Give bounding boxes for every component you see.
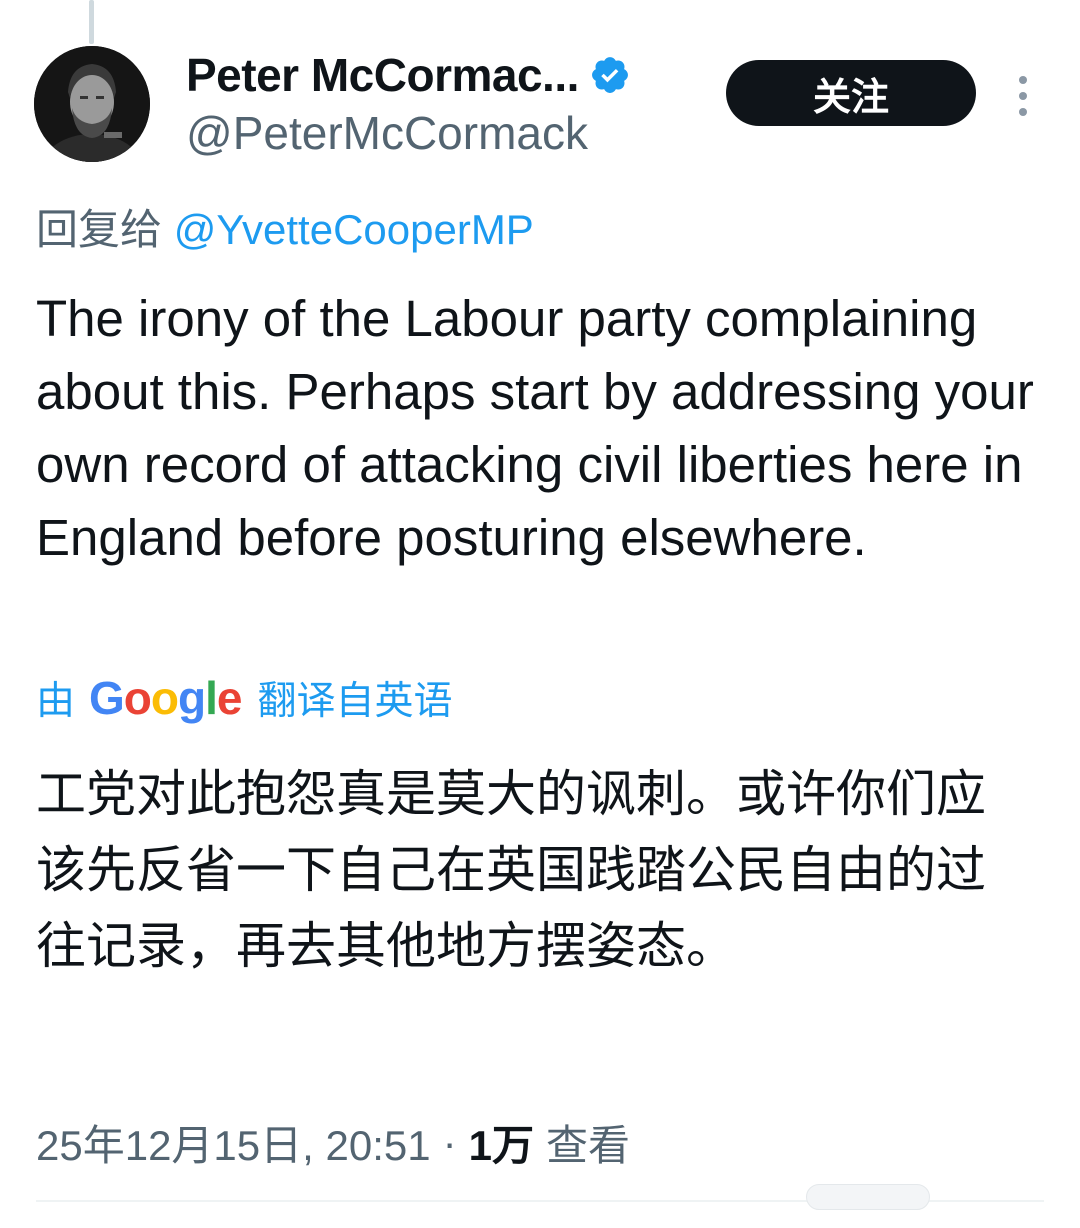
more-dot: [1019, 108, 1027, 116]
timestamp[interactable]: 25年12月15日, 20:51: [36, 1112, 431, 1173]
author-name-row[interactable]: Peter McCormac...: [186, 48, 631, 102]
meta-separator: ·: [442, 1118, 457, 1166]
tweet-header: Peter McCormac... @PeterMcCormack 关注: [34, 46, 1054, 166]
views-label: 查看: [545, 1121, 630, 1170]
author-display-name[interactable]: Peter McCormac...: [186, 48, 579, 102]
views-count: 1万: [468, 1122, 534, 1169]
follow-button[interactable]: 关注: [726, 60, 976, 126]
avatar-photo: [34, 46, 150, 162]
translation-suffix: 翻译自英语: [257, 679, 453, 724]
tweet-text: The irony of the Labour party complainin…: [36, 290, 1034, 566]
reply-to-mention-link[interactable]: @YvetteCooperMP: [174, 206, 534, 253]
translation-prefix: 由: [36, 679, 76, 724]
watermark-overlay: [806, 1184, 930, 1210]
avatar[interactable]: [34, 46, 150, 162]
verified-badge-icon: [591, 57, 628, 93]
more-vertical-icon[interactable]: [1012, 76, 1034, 116]
tweet-meta: 25年12月15日, 20:51 · 1万 查看: [36, 1112, 630, 1173]
translated-text: 工党对此抱怨真是莫大的讽刺。或许你们应该先反省一下自己在英国践踏公民自由的过往记…: [36, 765, 986, 975]
reply-to-line: 回复给 @YvetteCooperMP: [36, 196, 534, 257]
author-handle[interactable]: @PeterMcCormack: [186, 106, 588, 160]
reply-to-prefix: 回复给: [36, 205, 163, 254]
more-dot: [1019, 76, 1027, 84]
google-logo: Google: [89, 672, 242, 724]
more-dot: [1019, 92, 1027, 100]
thread-connector-line: [89, 0, 94, 44]
translation-attribution[interactable]: 由 Google 翻译自英语: [36, 670, 453, 726]
